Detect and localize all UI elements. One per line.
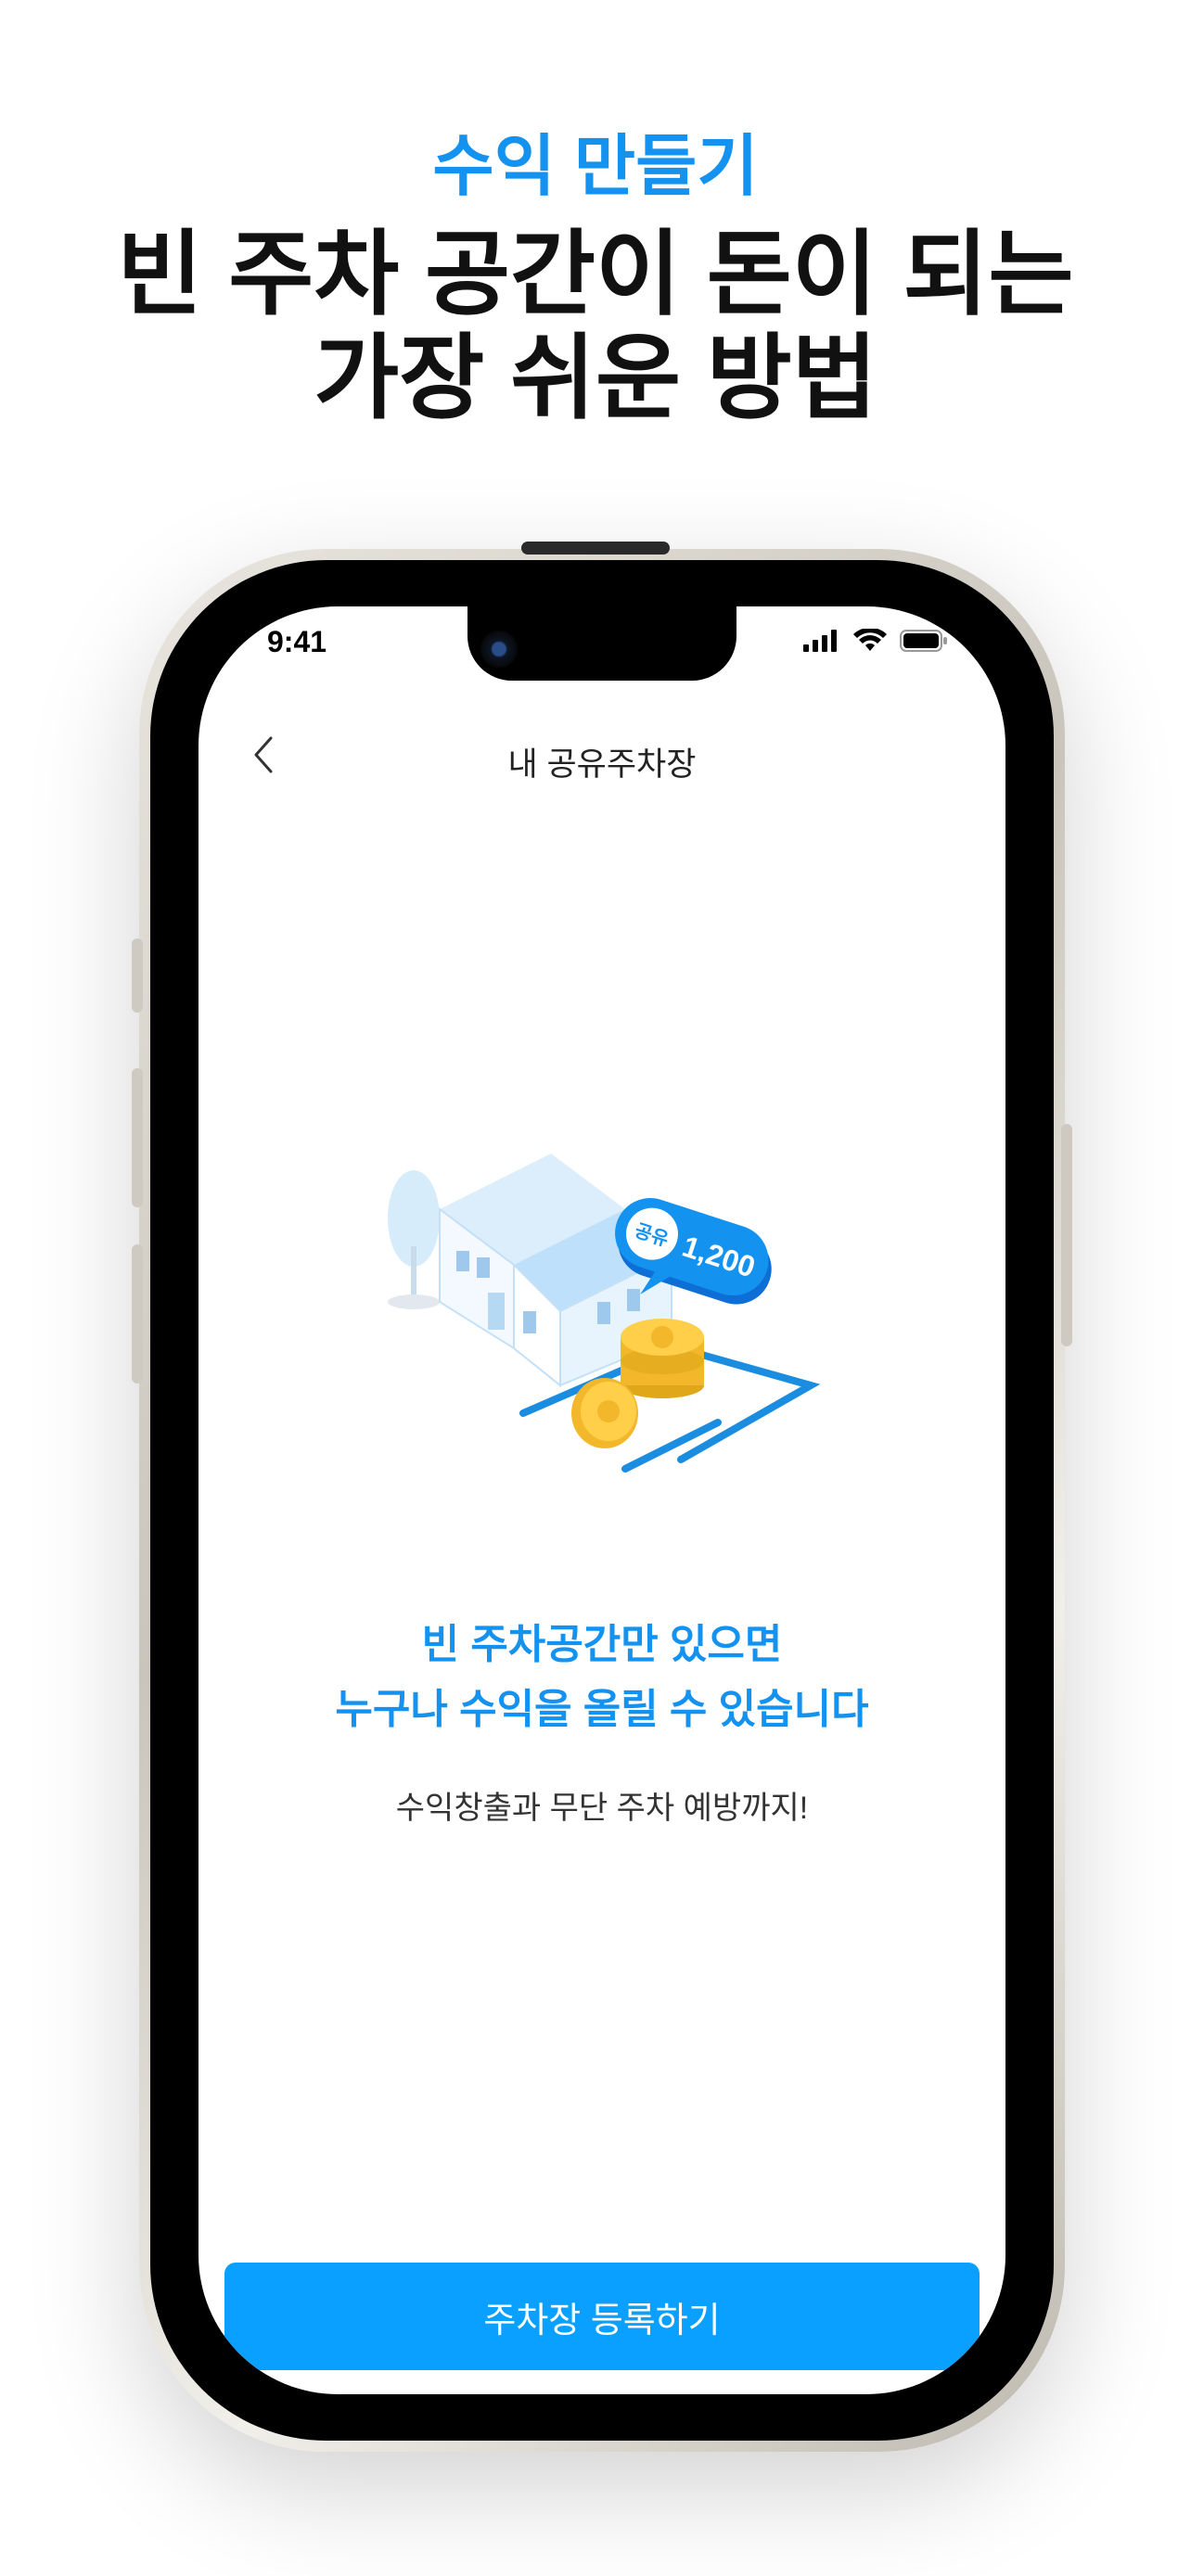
coin-icon [571,1378,638,1448]
phone-screen: 9:41 내 공유주차장 공유 1,200 빈 주차공간만 있으면 누구나 수익… [198,606,1005,2394]
battery-icon [900,630,947,652]
promo-title-line1: 빈 주차 공간이 돈이 되는 [117,223,1074,326]
front-camera [480,631,518,668]
register-parking-button[interactable]: 주차장 등록하기 [224,2263,980,2370]
status-time: 9:41 [267,625,327,658]
top-speaker [521,542,670,555]
tree-icon [388,1170,440,1309]
description: 수익창출과 무단 주차 예방까지! [395,1791,809,1826]
promo-title: 빈 주차 공간이 돈이 되는 가장 쉬운 방법 [0,223,1191,430]
signal-icon [803,630,837,652]
headline: 빈 주차공간만 있으면 누구나 수익을 올릴 수 있습니다 [198,1613,1005,1742]
headline-line1: 빈 주차공간만 있으면 [421,1622,783,1667]
coin-stack-icon [621,1319,704,1398]
action-button [132,938,143,1013]
wifi-icon [853,629,887,651]
phone-frame: 9:41 내 공유주차장 공유 1,200 빈 주차공간만 있으면 누구나 수익… [132,542,1072,2452]
nav-title: 내 공유주차장 [507,746,697,783]
promo-subtitle: 수익 만들기 [432,130,759,204]
volume-down-button [132,1244,143,1384]
headline-line2: 누구나 수익을 올릴 수 있습니다 [335,1687,869,1732]
promo-title-line2: 가장 쉬운 방법 [314,326,877,430]
power-button [1061,1124,1072,1346]
status-icons [803,629,948,653]
volume-up-button [132,1068,143,1207]
phone-bezel: 9:41 내 공유주차장 공유 1,200 빈 주차공간만 있으면 누구나 수익… [150,560,1054,2441]
parking-house-illustration: 공유 1,200 [388,1154,821,1473]
